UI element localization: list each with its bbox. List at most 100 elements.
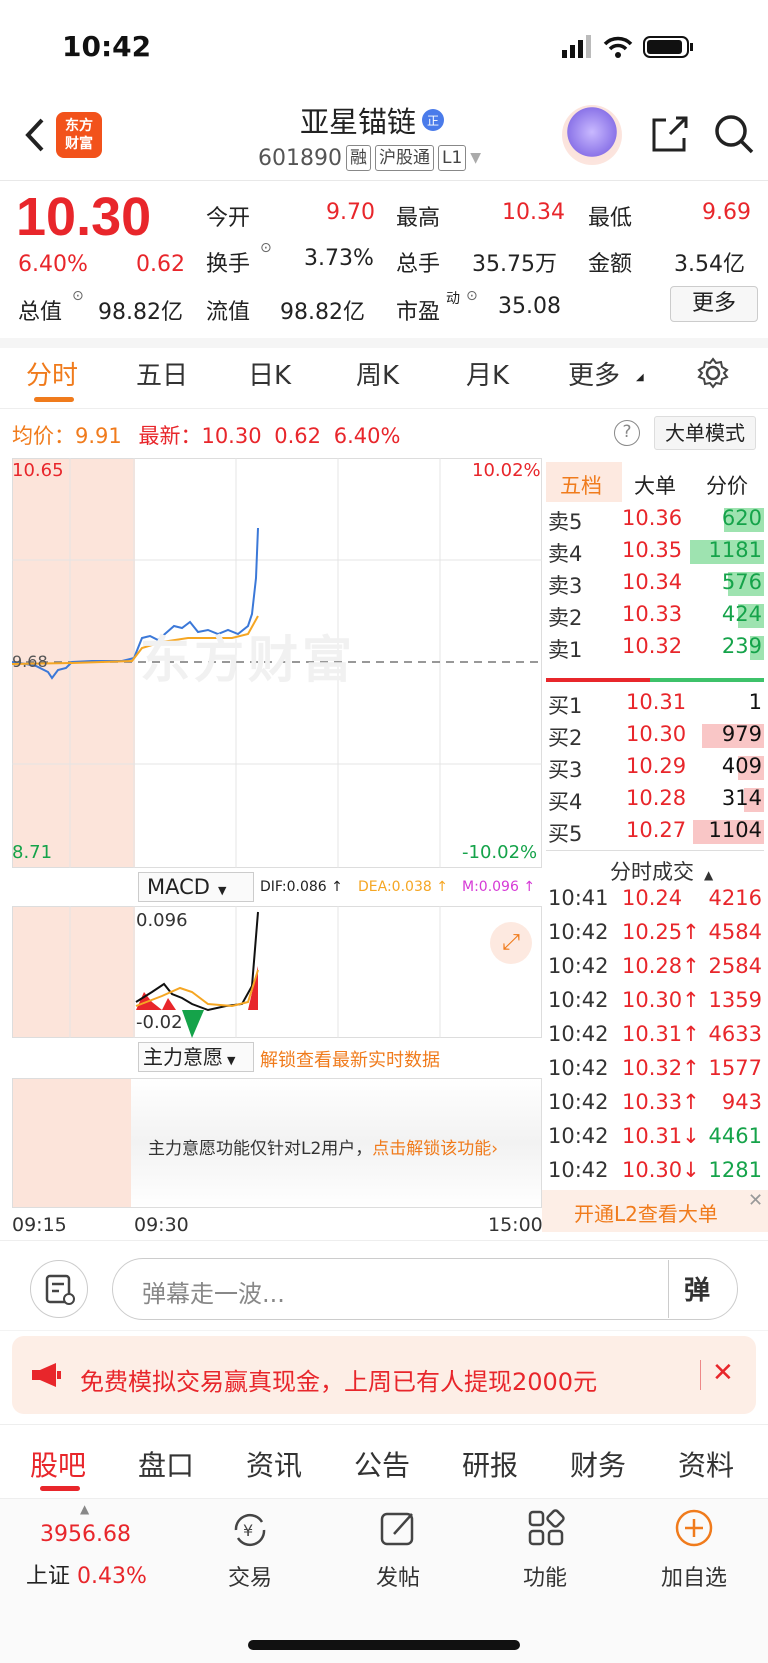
info-icon[interactable]: ⊙ bbox=[466, 288, 478, 304]
nav-post[interactable]: 发帖 bbox=[343, 1560, 453, 1592]
unlock-feature-link[interactable]: 点击解锁该功能 bbox=[372, 1139, 491, 1159]
more-button[interactable]: 更多 bbox=[670, 286, 758, 322]
tick-volume: 4633 bbox=[708, 1022, 762, 1046]
big-order-mode-button[interactable]: 大单模式 bbox=[654, 416, 756, 450]
tick-time: 10:42 bbox=[548, 988, 609, 1012]
tick-time: 10:42 bbox=[548, 1124, 609, 1148]
bid-level-label: 买5 bbox=[548, 822, 583, 846]
ask-price[interactable]: 10.32 bbox=[622, 634, 682, 658]
bid-volume: 979 bbox=[721, 722, 762, 746]
tab-finance[interactable]: 财务 bbox=[570, 1444, 626, 1484]
promo-text[interactable]: 免费模拟交易赢真现金，上周已有人提现2000元 bbox=[80, 1362, 597, 1397]
bid-level-label: 买4 bbox=[548, 790, 583, 814]
tag-connect: 沪股通 bbox=[374, 145, 434, 171]
index-value[interactable]: 3956.68 bbox=[40, 1522, 131, 1547]
tab-orderbook[interactable]: 盘口 bbox=[138, 1444, 194, 1484]
bid-level-label: 买3 bbox=[548, 758, 583, 782]
corner-arrow-icon: ◢ bbox=[636, 372, 644, 383]
tab-more[interactable]: 更多 bbox=[568, 355, 620, 392]
comment-list-icon[interactable] bbox=[30, 1260, 88, 1318]
ask-level-label: 卖3 bbox=[548, 574, 583, 598]
ask-price[interactable]: 10.33 bbox=[622, 602, 682, 626]
help-icon[interactable]: ? bbox=[614, 420, 640, 446]
tab-daily[interactable]: 日K bbox=[248, 355, 291, 392]
ask-price[interactable]: 10.34 bbox=[622, 570, 682, 594]
info-icon[interactable]: ⊙ bbox=[72, 288, 84, 304]
volume-label: 总手 bbox=[396, 252, 441, 277]
ticks-title[interactable]: 分时成交 ▲ bbox=[610, 856, 713, 886]
avg-value: 9.91 bbox=[75, 424, 122, 448]
search-icon[interactable] bbox=[712, 112, 756, 156]
tab-price-dist[interactable]: 分价 bbox=[706, 470, 748, 500]
tab-forum[interactable]: 股吧 bbox=[30, 1444, 86, 1484]
l2-notice: 主力意愿功能仅针对L2用户，点击解锁该功能› bbox=[148, 1134, 498, 1159]
share-icon[interactable] bbox=[648, 112, 692, 156]
danmaku-toggle-button[interactable]: 弹 bbox=[684, 1270, 710, 1307]
stock-code-row[interactable]: 601890 融 沪股通 L1 ▼ bbox=[258, 145, 481, 171]
macd-selector[interactable]: MACD ▼ bbox=[138, 872, 254, 902]
ask-price[interactable]: 10.35 bbox=[622, 538, 682, 562]
bid-price[interactable]: 10.27 bbox=[626, 818, 686, 842]
nav-trade[interactable]: 交易 bbox=[195, 1560, 305, 1592]
unlock-realtime-link[interactable]: 解锁查看最新实时数据 bbox=[260, 1046, 440, 1072]
nav-function[interactable]: 功能 bbox=[490, 1560, 600, 1592]
post-edit-icon[interactable] bbox=[378, 1508, 420, 1550]
tab-research[interactable]: 研报 bbox=[462, 1444, 518, 1484]
price-info-line: 均价：9.91 最新：10.30 0.62 6.40% bbox=[12, 420, 400, 450]
ask-volume: 239 bbox=[721, 634, 762, 658]
trade-icon[interactable]: ¥ bbox=[228, 1510, 272, 1550]
amount-label: 金额 bbox=[588, 252, 633, 277]
tab-announcements[interactable]: 公告 bbox=[354, 1444, 410, 1484]
last-chg: 0.62 bbox=[274, 424, 322, 448]
info-icon[interactable]: ⊙ bbox=[260, 240, 272, 256]
settings-gear-icon[interactable] bbox=[696, 356, 730, 390]
tab-profile[interactable]: 资料 bbox=[678, 1444, 734, 1484]
function-grid-icon[interactable] bbox=[526, 1508, 566, 1548]
abs-change: 0.62 bbox=[136, 252, 185, 277]
ask-volume: 424 bbox=[721, 602, 762, 626]
back-arrow-icon[interactable] bbox=[18, 112, 54, 158]
low-label: 最低 bbox=[588, 206, 633, 231]
tab-monthly[interactable]: 月K bbox=[466, 355, 509, 392]
ask-level-label: 卖4 bbox=[548, 542, 583, 566]
bid-price[interactable]: 10.31 bbox=[626, 690, 686, 714]
time-open: 09:30 bbox=[134, 1214, 189, 1236]
last-pct: 6.40% bbox=[333, 424, 401, 448]
assistant-robot-icon[interactable] bbox=[562, 105, 622, 165]
float-label: 流值 bbox=[206, 300, 251, 325]
megaphone-icon bbox=[32, 1363, 61, 1387]
dif-value: DIF:0.086 ↑ bbox=[260, 879, 343, 895]
tab-news[interactable]: 资讯 bbox=[246, 1444, 302, 1484]
home-indicator bbox=[248, 1640, 520, 1650]
ask-price[interactable]: 10.36 bbox=[622, 506, 682, 530]
close-banner-icon[interactable]: ✕ bbox=[712, 1358, 734, 1388]
bid-level-label: 买2 bbox=[548, 726, 583, 750]
macd-min-label: -0.02 bbox=[136, 1012, 183, 1033]
bid-price[interactable]: 10.29 bbox=[626, 754, 686, 778]
tab-intraday[interactable]: 分时 bbox=[26, 355, 78, 392]
l2-banner-text[interactable]: 开通L2查看大单 bbox=[574, 1198, 718, 1227]
tick-time: 10:42 bbox=[548, 1158, 609, 1182]
tab-weekly[interactable]: 周K bbox=[356, 355, 399, 392]
status-icons bbox=[562, 35, 693, 58]
nav-add-watchlist[interactable]: 加自选 bbox=[639, 1560, 749, 1592]
expand-icon[interactable]: ⤢ bbox=[490, 922, 532, 964]
add-watchlist-icon[interactable] bbox=[674, 1508, 714, 1548]
stock-title[interactable]: 亚星锚链 正 bbox=[300, 100, 445, 140]
float-value: 98.82亿 bbox=[280, 300, 365, 325]
tab-five-levels[interactable]: 五档 bbox=[560, 470, 602, 500]
tick-time: 10:42 bbox=[548, 1022, 609, 1046]
main-force-selector[interactable]: 主力意愿 ▼ bbox=[138, 1042, 254, 1072]
tick-price: 10.31↓ bbox=[622, 1124, 700, 1148]
tab-big-orders[interactable]: 大单 bbox=[634, 470, 676, 500]
bid-price[interactable]: 10.28 bbox=[626, 786, 686, 810]
index-row[interactable]: 上证 0.43% bbox=[26, 1558, 147, 1590]
macd-max-label: 0.096 bbox=[136, 910, 188, 931]
close-icon[interactable]: ✕ bbox=[748, 1190, 763, 1211]
pct-change: 6.40% bbox=[18, 252, 88, 277]
bid-price[interactable]: 10.30 bbox=[626, 722, 686, 746]
tab-5day[interactable]: 五日 bbox=[136, 355, 188, 392]
last-value: 10.30 bbox=[201, 424, 262, 448]
tick-time: 10:42 bbox=[548, 920, 609, 944]
y-min-label: 8.71 bbox=[12, 842, 53, 863]
